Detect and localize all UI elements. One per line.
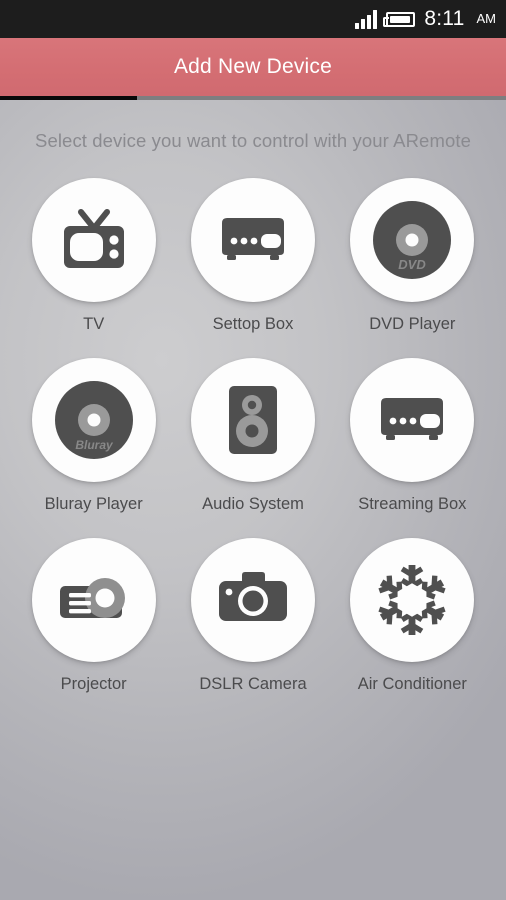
device-item-dvd-player[interactable]: DVD DVD Player: [333, 178, 492, 334]
device-item-bluray-player[interactable]: Bluray Bluray Player: [14, 358, 173, 514]
device-label: Streaming Box: [358, 495, 467, 513]
device-label: Settop Box: [212, 315, 294, 333]
device-item-air-conditioner[interactable]: Air Conditioner: [333, 538, 492, 694]
device-icon-circle[interactable]: [190, 178, 315, 302]
progress-filled: [0, 96, 137, 100]
device-item-streaming-box[interactable]: Streaming Box: [333, 358, 492, 514]
device-item-settop-box[interactable]: Settop Box: [173, 178, 332, 334]
add-new-device-screen: 8:11 AM Add New Device Select device you…: [0, 0, 506, 900]
device-grid: TV Settop Box DVD DVD Player Bluray Blur…: [0, 178, 506, 694]
status-bar: 8:11 AM: [0, 0, 506, 38]
disc-text: Bluray: [75, 438, 114, 452]
device-label: Air Conditioner: [357, 675, 467, 693]
page-title: Add New Device: [173, 55, 333, 78]
device-item-dslr-camera[interactable]: DSLR Camera: [173, 538, 332, 694]
device-item-tv[interactable]: TV: [14, 178, 173, 334]
device-label: DVD Player: [369, 315, 456, 333]
snowflake-icon: [378, 565, 446, 635]
progress-track: [136, 96, 506, 100]
device-icon-circle[interactable]: [31, 178, 156, 302]
status-bar-time: 8:11: [424, 7, 465, 30]
device-label: TV: [83, 315, 105, 333]
device-item-projector[interactable]: Projector: [14, 538, 173, 694]
streaming-box-icon: [381, 398, 444, 440]
speaker-icon: [228, 386, 277, 454]
device-item-audio-system[interactable]: Audio System: [173, 358, 332, 514]
bluray-disc-icon: Bluray: [54, 381, 133, 459]
step-progress-indicator: [0, 96, 506, 100]
device-icon-circle[interactable]: [350, 358, 475, 482]
signal-bars-icon: [355, 9, 378, 29]
disc-text: DVD: [399, 257, 427, 272]
dvd-disc-icon: DVD: [373, 201, 452, 279]
device-icon-circle[interactable]: [190, 538, 315, 662]
device-icon-circle[interactable]: [350, 538, 475, 662]
device-icon-circle[interactable]: [190, 358, 315, 482]
dslr-camera-icon: [218, 572, 287, 621]
battery-icon: [383, 11, 416, 27]
settop-box-icon: [221, 218, 284, 260]
app-header: Add New Device: [0, 38, 506, 96]
retro-tv-icon: [63, 209, 124, 268]
status-bar-meridiem: AM: [476, 10, 497, 26]
device-icon-circle[interactable]: DVD: [350, 178, 475, 302]
projector-icon: [59, 578, 125, 618]
instruction-text: Select device you want to control with y…: [35, 130, 471, 151]
device-icon-circle[interactable]: [31, 538, 156, 662]
device-label: Bluray Player: [44, 495, 143, 513]
device-label: Audio System: [202, 495, 304, 513]
device-label: Projector: [60, 675, 127, 693]
device-icon-circle[interactable]: Bluray: [31, 358, 156, 482]
device-label: DSLR Camera: [199, 675, 307, 693]
